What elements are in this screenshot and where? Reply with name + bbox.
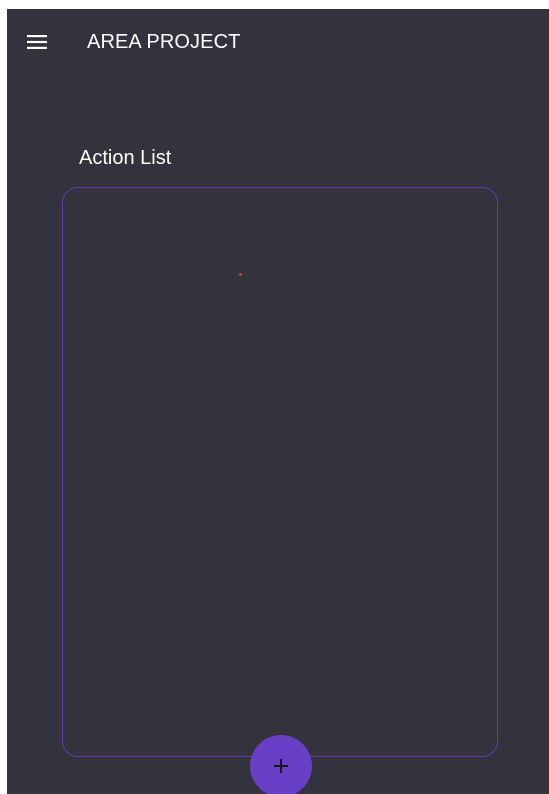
add-action-button[interactable] — [250, 735, 312, 794]
menu-button[interactable] — [21, 29, 53, 55]
action-list-container[interactable] — [62, 187, 498, 757]
plus-icon — [274, 759, 288, 773]
action-list-title: Action List — [79, 147, 172, 169]
app-bar: AREA PROJECT — [7, 9, 549, 73]
app-screen: AREA PROJECT Action List — [7, 9, 549, 794]
app-title: AREA PROJECT — [87, 31, 241, 53]
loading-dot — [239, 273, 242, 276]
hamburger-menu-icon — [27, 35, 47, 49]
